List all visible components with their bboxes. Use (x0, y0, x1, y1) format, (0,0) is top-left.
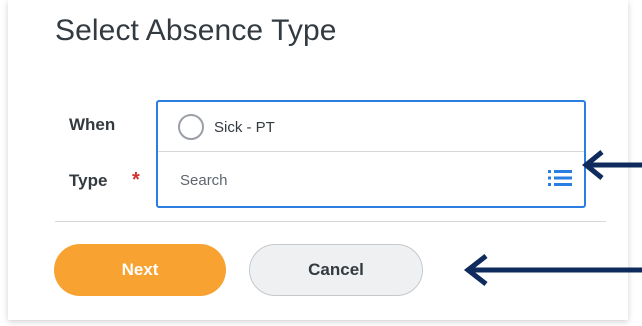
arrow-left-icon (463, 254, 642, 286)
option-sick-pt[interactable]: Sick - PT (178, 113, 275, 141)
arrow-left-icon (582, 150, 642, 180)
dropdown-divider (158, 151, 584, 152)
radio-button[interactable] (178, 114, 204, 140)
option-label: Sick - PT (214, 118, 275, 136)
list-icon[interactable] (548, 168, 572, 188)
search-input[interactable]: Search (180, 172, 228, 189)
dialog-title: Select Absence Type (55, 14, 337, 47)
required-marker: * (132, 169, 140, 191)
when-label: When (69, 115, 116, 134)
next-button[interactable]: Next (54, 244, 226, 296)
form-separator (55, 221, 606, 222)
cancel-button[interactable]: Cancel (249, 244, 423, 296)
type-label: Type (69, 171, 108, 190)
absence-type-dropdown[interactable]: Sick - PT Search (156, 100, 586, 208)
